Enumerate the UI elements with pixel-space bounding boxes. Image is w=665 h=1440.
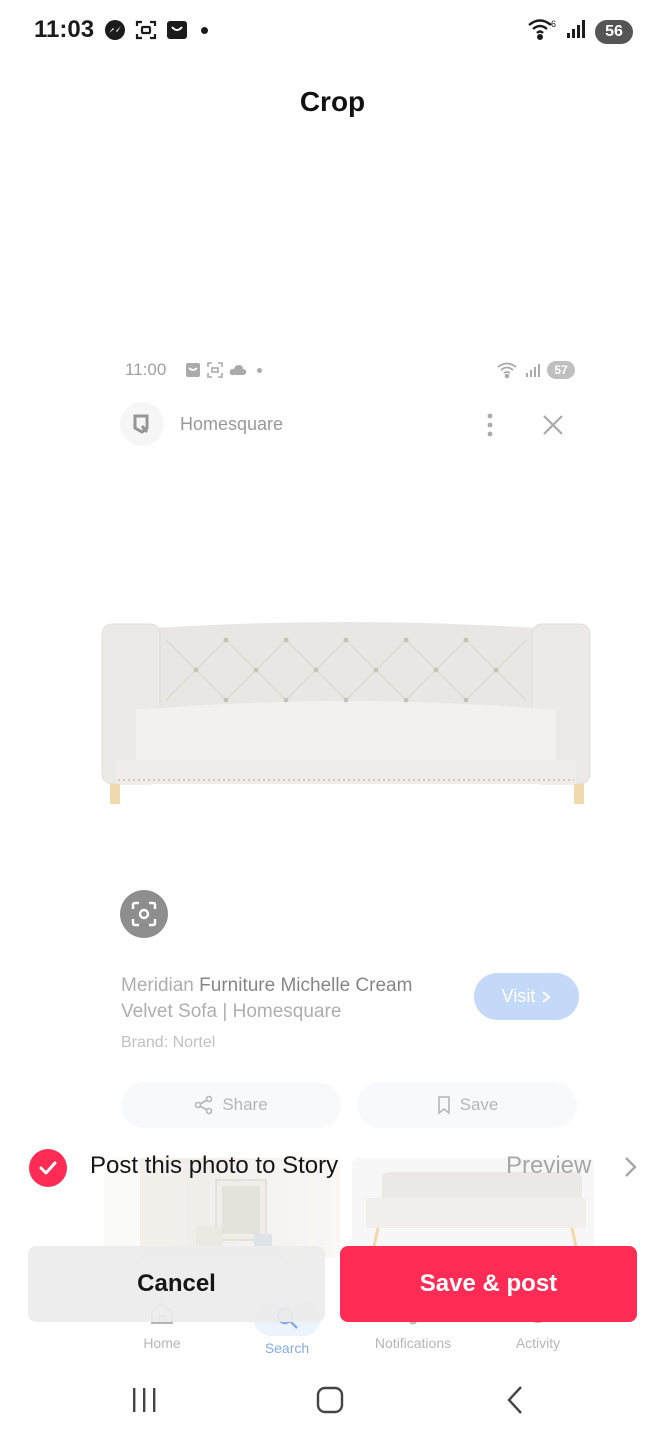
preview-notification-icons: [185, 362, 262, 378]
save-and-post-button[interactable]: Save & post: [340, 1246, 637, 1322]
preview-content: 11:00 57 Homesquare Meridian Furniture M…: [96, 340, 596, 1356]
signal-icon: [526, 364, 540, 377]
more-options-icon: [487, 413, 493, 437]
messenger-icon: [104, 19, 126, 41]
visit-label: Visit: [501, 986, 536, 1006]
chevron-right-icon: [542, 990, 551, 1003]
crop-preview-image[interactable]: 11:00 57 Homesquare Meridian Furniture M…: [96, 340, 596, 1356]
svg-text:6: 6: [551, 19, 556, 29]
save-label: Save: [459, 1095, 499, 1114]
nav-label-search: Search: [264, 1340, 310, 1356]
preview-status-bar: 11:00 57: [125, 358, 575, 384]
preview-header: Homesquare: [120, 402, 570, 446]
cloud-icon: [229, 365, 247, 375]
status-system-icons: 6 56: [527, 17, 633, 46]
wifi-icon: 6: [527, 17, 557, 46]
shopping-bag-icon: [186, 363, 200, 377]
home-square-icon: [316, 1386, 344, 1414]
sofa-product-image: [101, 622, 591, 804]
checkmark-icon: [39, 1161, 57, 1175]
preview-brand-line: Brand: Nortel: [121, 1034, 216, 1051]
screenshot-icon: [207, 362, 223, 378]
page-title: Crop: [299, 86, 366, 117]
homesquare-logo-icon: [120, 402, 164, 446]
preview-link[interactable]: Preview: [506, 1152, 591, 1180]
preview-brand-name: Homesquare: [180, 414, 284, 434]
status-time: 11:03: [34, 16, 95, 43]
preview-visit-button: Visit: [474, 973, 579, 1020]
nav-label-home: Home: [143, 1335, 181, 1351]
product-title-part: Furniture Michelle Cream: [199, 975, 413, 996]
preview-status-time: 11:00: [125, 360, 167, 379]
screenshot-icon: [135, 19, 157, 41]
bookmark-icon: [437, 1096, 450, 1115]
signal-icon: [565, 18, 587, 45]
preview-save-button: Save: [357, 1082, 577, 1128]
product-title-part: Meridian: [121, 975, 200, 996]
chevron-right-icon[interactable]: [618, 1154, 642, 1180]
cancel-button[interactable]: Cancel: [28, 1246, 325, 1322]
status-notification-icons: [104, 19, 208, 41]
back-button[interactable]: [486, 1382, 546, 1418]
recents-icon: [133, 1388, 156, 1412]
nav-label-notifications: Notifications: [374, 1335, 452, 1351]
back-chevron-icon: [507, 1386, 522, 1414]
close-icon: [543, 415, 563, 435]
home-button[interactable]: [300, 1382, 360, 1418]
notification-dot-icon: [257, 367, 262, 373]
product-title-part: Velvet Sofa | Homesquare: [121, 1001, 342, 1022]
wifi-icon: [497, 362, 517, 379]
share-icon: [195, 1095, 213, 1115]
system-navigation-bar: [0, 1360, 665, 1440]
post-to-story-row[interactable]: Post this photo to Story Preview: [0, 1144, 665, 1190]
story-label: Post this photo to Story: [90, 1152, 339, 1179]
preview-share-button: Share: [121, 1082, 341, 1128]
preview-system-icons: 57: [497, 361, 575, 379]
shopping-bag-icon: [166, 19, 188, 41]
notification-dot-icon: [201, 26, 208, 34]
status-bar: 11:03 6 56: [0, 0, 665, 64]
nav-label-activity: Activity: [515, 1335, 561, 1351]
preview-product-title: Meridian Furniture Michelle Cream Velvet…: [121, 973, 466, 1025]
recent-apps-button[interactable]: [114, 1382, 174, 1418]
battery-indicator: 56: [595, 19, 633, 44]
story-checkbox[interactable]: [29, 1149, 67, 1187]
share-label: Share: [222, 1095, 268, 1114]
preview-battery: 57: [547, 361, 575, 379]
lens-search-icon: [120, 890, 168, 938]
